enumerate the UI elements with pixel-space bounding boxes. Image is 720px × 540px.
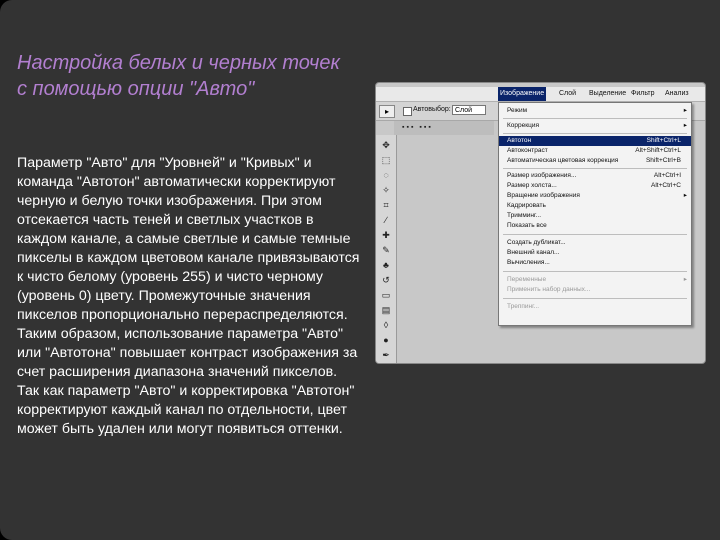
magic-wand-tool-icon[interactable]: ✧: [380, 184, 392, 196]
menu-filter[interactable]: Фильтр: [631, 87, 655, 101]
history-brush-tool-icon[interactable]: ↺: [380, 274, 392, 286]
menu-item-duplicate[interactable]: Создать дубликат...: [499, 238, 691, 248]
eyedropper-tool-icon[interactable]: ∕: [380, 214, 392, 226]
menu-item-calculations[interactable]: Вычисления...: [499, 258, 691, 268]
auto-select-dropdown[interactable]: Слой: [452, 105, 486, 115]
marquee-tool-icon[interactable]: ⬚: [380, 154, 392, 166]
menu-separator: [503, 234, 687, 235]
menu-separator: [503, 118, 687, 119]
menu-item-adjustments[interactable]: Коррекция ▸: [499, 121, 691, 131]
menu-image[interactable]: Изображение: [498, 87, 546, 101]
gradient-tool-icon[interactable]: ▤: [380, 304, 392, 316]
menu-separator: [503, 133, 687, 134]
dodge-tool-icon[interactable]: ●: [380, 334, 392, 346]
stamp-tool-icon[interactable]: ♣: [380, 259, 392, 271]
menu-item-apply-data-set[interactable]: Применить набор данных...: [499, 285, 691, 295]
healing-brush-tool-icon[interactable]: ✚: [380, 229, 392, 241]
menu-item-auto-contrast[interactable]: Автоконтраст Alt+Shift+Ctrl+L: [499, 146, 691, 156]
lasso-tool-icon[interactable]: ◌: [380, 169, 392, 181]
toolbox: ✥ ⬚ ◌ ✧ ⌗ ∕ ✚ ✎ ♣ ↺ ▭ ▤ ◊ ● ✒: [376, 135, 397, 363]
submenu-arrow-icon: ▸: [683, 122, 687, 129]
pen-tool-icon[interactable]: ✒: [380, 349, 392, 361]
menu-item-image-size[interactable]: Размер изображения... Alt+Ctrl+I: [499, 171, 691, 181]
menu-separator: [503, 298, 687, 299]
slide-title: Настройка белых и черных точек с помощью…: [17, 52, 340, 100]
auto-select-checkbox[interactable]: [403, 107, 412, 116]
photoshop-screenshot: Изображение Слой Выделение Фильтр Анализ…: [375, 82, 706, 364]
menu-item-auto-tone[interactable]: Автотон Shift+Ctrl+L: [499, 136, 691, 146]
crop-tool-icon[interactable]: ⌗: [380, 199, 392, 211]
document-tab[interactable]: ▪▪▪ ▪▪▪: [394, 121, 494, 135]
slide-body-text: Параметр "Авто" для "Уровней" и "Кривых"…: [17, 155, 360, 437]
blur-tool-icon[interactable]: ◊: [380, 319, 392, 331]
move-tool-icon[interactable]: ✥: [380, 139, 392, 151]
brush-tool-icon[interactable]: ✎: [380, 244, 392, 256]
menu-layer[interactable]: Слой: [559, 87, 576, 101]
eraser-tool-icon[interactable]: ▭: [380, 289, 392, 301]
menu-item-mode[interactable]: Режим ▸: [499, 106, 691, 116]
menu-item-trim[interactable]: Тримминг...: [499, 211, 691, 221]
image-menu-dropdown: Режим ▸ Коррекция ▸ Автотон Shift+Ctrl+L Ав…: [498, 102, 692, 326]
move-tool-preset-icon[interactable]: ▸: [379, 105, 395, 118]
menu-item-image-rotation[interactable]: Вращение изображения ▸: [499, 191, 691, 201]
menu-item-apply-image[interactable]: Внешний канал...: [499, 248, 691, 258]
menu-analysis[interactable]: Анализ: [665, 87, 689, 101]
menu-item-variables[interactable]: Переменные ▸: [499, 275, 691, 285]
align-icons[interactable]: ▪▪▪ ▪▪▪: [402, 124, 433, 131]
menu-item-crop[interactable]: Кадрировать: [499, 201, 691, 211]
submenu-arrow-icon: ▸: [683, 192, 687, 199]
auto-select-label: Автовыбор:: [413, 106, 451, 113]
menu-separator: [503, 168, 687, 169]
menu-item-auto-color[interactable]: Автоматическая цветовая коррекция Shift+C…: [499, 156, 691, 166]
submenu-arrow-icon: ▸: [683, 107, 687, 114]
menu-item-reveal-all[interactable]: Показать все: [499, 221, 691, 231]
menu-select[interactable]: Выделение: [589, 87, 626, 101]
menu-item-trap[interactable]: Треппинг...: [499, 302, 691, 312]
menu-item-canvas-size[interactable]: Размер холста... Alt+Ctrl+C: [499, 181, 691, 191]
submenu-arrow-icon: ▸: [683, 276, 687, 283]
slide: Настройка белых и черных точек с помощью…: [0, 0, 720, 540]
menu-bar: Изображение Слой Выделение Фильтр Анализ: [376, 87, 705, 102]
menu-separator: [503, 271, 687, 272]
